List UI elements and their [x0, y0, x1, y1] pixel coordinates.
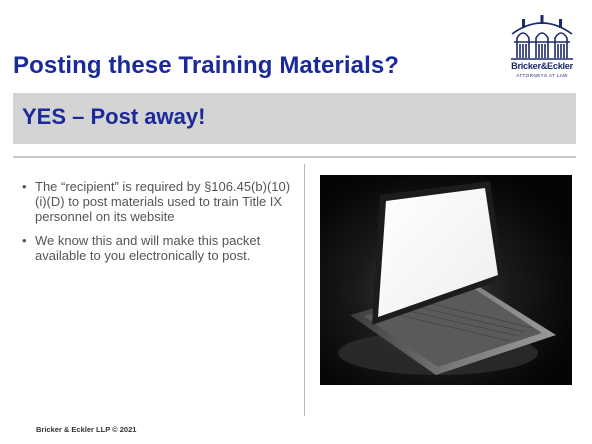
slide: Posting these Training Materials? Bricke… [0, 0, 592, 444]
slide-title: Posting these Training Materials? [13, 52, 400, 79]
answer-banner: YES – Post away! [13, 93, 576, 144]
vertical-divider [304, 164, 305, 416]
bullet-item: The “recipient” is required by §106.45(b… [22, 179, 292, 224]
bullet-list: The “recipient” is required by §106.45(b… [22, 179, 292, 272]
bricker-eckler-logo: Bricker&Eckler ATTORNEYS AT LAW [509, 14, 575, 86]
building-facade-icon [511, 15, 573, 60]
laptop-photo [320, 175, 572, 385]
footer-copyright: Bricker & Eckler LLP © 2021 [36, 425, 137, 434]
bullet-item: We know this and will make this packet a… [22, 233, 292, 263]
logo-wordmark: Bricker&Eckler [511, 61, 573, 71]
horizontal-divider [13, 156, 576, 158]
logo-tagline: ATTORNEYS AT LAW [516, 73, 568, 78]
banner-text: YES – Post away! [22, 104, 206, 129]
